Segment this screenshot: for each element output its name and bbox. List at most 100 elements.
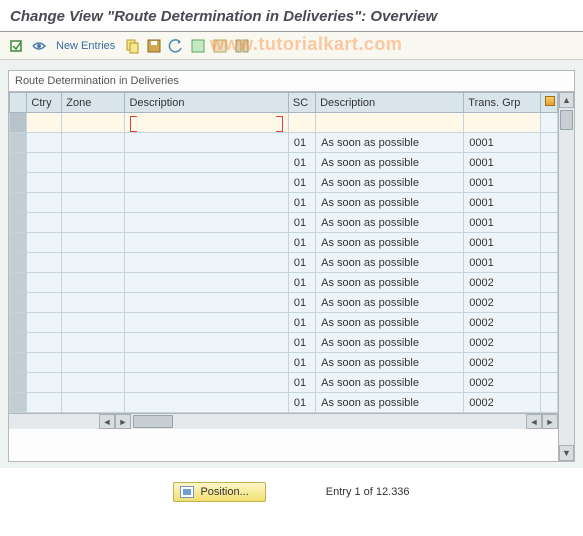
cell-zone[interactable] — [62, 153, 125, 173]
cell-zone[interactable] — [62, 333, 125, 353]
table-row[interactable]: 01As soon as possible0002 — [10, 293, 558, 313]
cell-sc[interactable]: 01 — [288, 193, 315, 213]
table-row[interactable]: 01As soon as possible0001 — [10, 233, 558, 253]
horizontal-scrollbar[interactable]: ◄ ► ◄ ► — [9, 413, 558, 429]
cell-zone[interactable] — [62, 313, 125, 333]
table-row[interactable]: 01As soon as possible0001 — [10, 133, 558, 153]
cell-ctry[interactable] — [27, 133, 62, 153]
cell-desc1[interactable] — [125, 253, 288, 273]
cell-zone[interactable] — [62, 393, 125, 413]
cell-ctry[interactable] — [27, 173, 62, 193]
col-zone[interactable]: Zone — [62, 93, 125, 113]
cell-zone[interactable] — [62, 233, 125, 253]
position-button[interactable]: Position... — [173, 482, 265, 502]
scroll-right-end-button[interactable]: ► — [542, 414, 558, 429]
cell-ctry[interactable] — [27, 153, 62, 173]
cell-trans[interactable]: 0001 — [464, 233, 540, 253]
cell-desc2[interactable] — [316, 113, 464, 133]
col-desc2[interactable]: Description — [316, 93, 464, 113]
table-row[interactable]: 01As soon as possible0001 — [10, 173, 558, 193]
display-icon[interactable] — [30, 37, 48, 55]
cell-desc2[interactable]: As soon as possible — [316, 393, 464, 413]
cell-desc2[interactable]: As soon as possible — [316, 273, 464, 293]
cell-desc1[interactable] — [125, 133, 288, 153]
cell-trans[interactable]: 0002 — [464, 393, 540, 413]
column-config-icon[interactable] — [545, 96, 555, 106]
table-row[interactable]: 01As soon as possible0002 — [10, 373, 558, 393]
table-row[interactable]: 01As soon as possible0001 — [10, 213, 558, 233]
cell-desc1[interactable] — [125, 393, 288, 413]
cell-ctry[interactable] — [27, 333, 62, 353]
row-selector[interactable] — [10, 113, 27, 133]
cell-desc1[interactable] — [125, 213, 288, 233]
cell-sc[interactable]: 01 — [288, 333, 315, 353]
cell-trans[interactable]: 0002 — [464, 333, 540, 353]
row-selector[interactable] — [10, 293, 27, 313]
table-row[interactable]: 01As soon as possible0002 — [10, 333, 558, 353]
cell-ctry[interactable] — [27, 393, 62, 413]
cell-desc1[interactable] — [125, 293, 288, 313]
table-row[interactable] — [10, 113, 558, 133]
vertical-scrollbar[interactable]: ▲ ▼ — [558, 92, 574, 461]
cell-zone[interactable] — [62, 353, 125, 373]
row-selector[interactable] — [10, 173, 27, 193]
cell-desc1[interactable] — [125, 233, 288, 253]
row-selector[interactable] — [10, 133, 27, 153]
row-selector[interactable] — [10, 233, 27, 253]
table-row[interactable]: 01As soon as possible0002 — [10, 393, 558, 413]
cell-zone[interactable] — [62, 193, 125, 213]
table-row[interactable]: 01As soon as possible0002 — [10, 273, 558, 293]
col-trans[interactable]: Trans. Grp — [464, 93, 540, 113]
row-selector[interactable] — [10, 213, 27, 233]
cell-desc1[interactable] — [125, 153, 288, 173]
cell-trans[interactable]: 0001 — [464, 173, 540, 193]
cell-trans[interactable]: 0002 — [464, 353, 540, 373]
cell-ctry[interactable] — [27, 313, 62, 333]
row-selector[interactable] — [10, 393, 27, 413]
new-entries-button[interactable]: New Entries — [52, 40, 119, 52]
cell-desc1[interactable] — [125, 353, 288, 373]
cell-sc[interactable]: 01 — [288, 253, 315, 273]
cell-sc[interactable]: 01 — [288, 213, 315, 233]
cell-desc2[interactable]: As soon as possible — [316, 153, 464, 173]
cell-desc2[interactable]: As soon as possible — [316, 233, 464, 253]
cell-sc[interactable]: 01 — [288, 373, 315, 393]
cell-zone[interactable] — [62, 373, 125, 393]
cell-sc[interactable]: 01 — [288, 393, 315, 413]
scroll-up-button[interactable]: ▲ — [559, 92, 574, 108]
toggle-icon[interactable] — [8, 37, 26, 55]
row-selector[interactable] — [10, 273, 27, 293]
col-ctry[interactable]: Ctry — [27, 93, 62, 113]
cell-ctry[interactable] — [27, 213, 62, 233]
cell-desc1[interactable] — [125, 373, 288, 393]
cell-zone[interactable] — [62, 133, 125, 153]
cell-zone[interactable] — [62, 213, 125, 233]
row-selector[interactable] — [10, 153, 27, 173]
cell-trans[interactable]: 0002 — [464, 373, 540, 393]
cell-zone[interactable] — [62, 273, 125, 293]
data-grid[interactable]: Ctry Zone Description SC Description Tra… — [9, 92, 558, 413]
cell-ctry[interactable] — [27, 193, 62, 213]
row-selector[interactable] — [10, 193, 27, 213]
row-selector[interactable] — [10, 253, 27, 273]
config-icon[interactable] — [233, 37, 251, 55]
copy-icon[interactable] — [123, 37, 141, 55]
cell-ctry[interactable] — [27, 273, 62, 293]
cell-sc[interactable]: 01 — [288, 293, 315, 313]
cell-ctry[interactable] — [27, 253, 62, 273]
cell-desc2[interactable]: As soon as possible — [316, 353, 464, 373]
row-selector[interactable] — [10, 373, 27, 393]
cell-zone[interactable] — [62, 293, 125, 313]
cell-desc2[interactable]: As soon as possible — [316, 133, 464, 153]
cell-trans[interactable]: 0001 — [464, 153, 540, 173]
cell-trans[interactable]: 0001 — [464, 253, 540, 273]
cell-trans[interactable]: 0002 — [464, 313, 540, 333]
cell-desc2[interactable]: As soon as possible — [316, 213, 464, 233]
cell-trans[interactable]: 0001 — [464, 133, 540, 153]
cell-zone[interactable] — [62, 173, 125, 193]
cell-desc1[interactable] — [125, 113, 288, 133]
cell-desc2[interactable]: As soon as possible — [316, 313, 464, 333]
cell-desc1[interactable] — [125, 193, 288, 213]
save-icon[interactable] — [145, 37, 163, 55]
cell-sc[interactable]: 01 — [288, 273, 315, 293]
